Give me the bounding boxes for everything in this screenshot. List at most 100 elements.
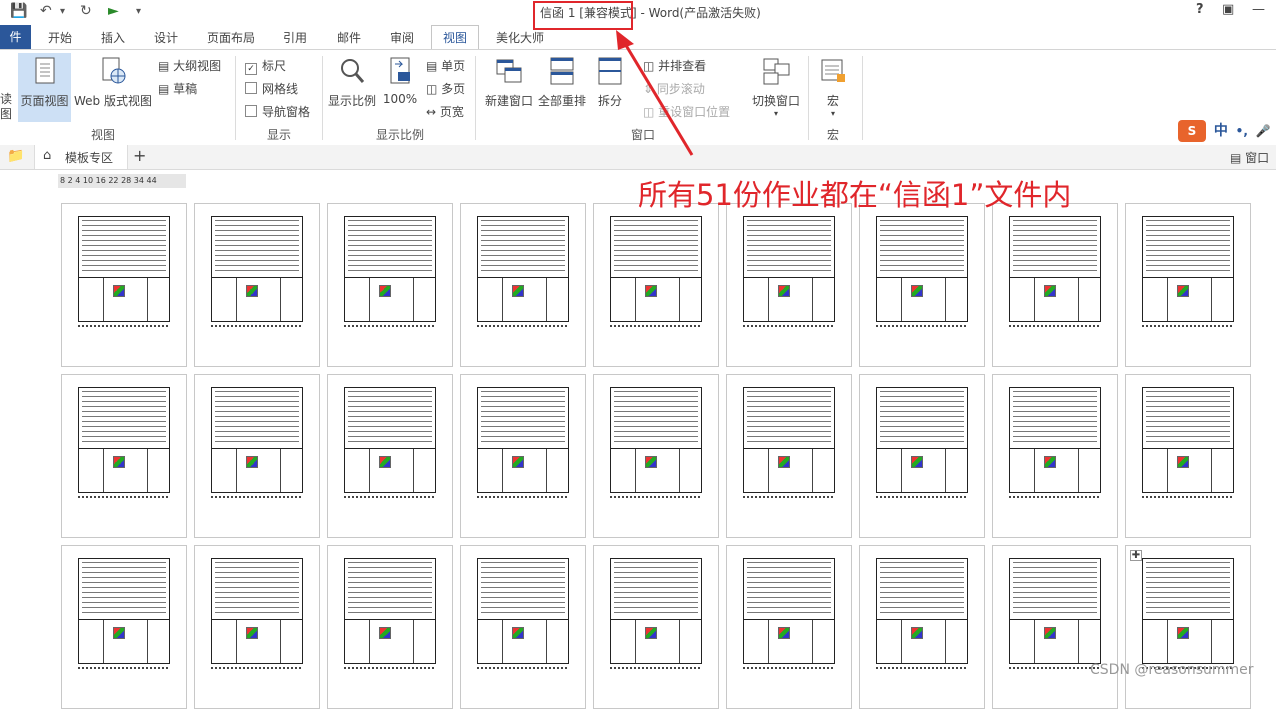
table-hline bbox=[877, 619, 967, 620]
page-thumbnail[interactable] bbox=[1125, 545, 1251, 709]
ruler-checkbox[interactable]: ✓ 标尺 bbox=[245, 57, 286, 75]
page-thumbnail[interactable] bbox=[593, 374, 719, 538]
table-hline bbox=[744, 277, 834, 278]
arrange-all-button[interactable]: 全部重排 bbox=[536, 56, 588, 109]
window-panel-button[interactable]: ▤ 窗口 bbox=[1230, 149, 1269, 166]
one-page-button[interactable]: ▤ 单页 bbox=[426, 57, 465, 74]
folder-icon[interactable]: 📁 bbox=[7, 148, 24, 164]
tab-layout[interactable]: 页面布局 bbox=[207, 29, 255, 46]
page-thumbnail[interactable] bbox=[593, 203, 719, 367]
page-footer-dots bbox=[78, 493, 168, 498]
gridlines-checkbox[interactable]: 网格线 bbox=[245, 80, 298, 97]
tab-references[interactable]: 引用 bbox=[283, 29, 307, 46]
help-button[interactable]: ? bbox=[1196, 2, 1204, 17]
page-thumbnail[interactable] bbox=[726, 203, 852, 367]
macros-button[interactable]: 宏 ▾ bbox=[815, 56, 851, 118]
page-thumbnail[interactable] bbox=[194, 203, 320, 367]
multi-page-button[interactable]: ◫ 多页 bbox=[426, 80, 465, 97]
reset-window-position-button[interactable]: ◫ 重设窗口位置 bbox=[643, 103, 730, 120]
page-thumbnail[interactable] bbox=[1125, 203, 1251, 367]
page-thumbnail[interactable] bbox=[992, 203, 1118, 367]
outline-view-button[interactable]: ▤ 大纲视图 bbox=[158, 57, 221, 74]
page-thumbnail[interactable] bbox=[859, 545, 985, 709]
page-thumbnail[interactable] bbox=[327, 203, 453, 367]
ribbon-display-options-icon[interactable]: ▣ bbox=[1222, 2, 1234, 17]
page-thumbnail[interactable] bbox=[460, 203, 586, 367]
page-thumbnail[interactable] bbox=[194, 545, 320, 709]
table-hline bbox=[212, 619, 302, 620]
table-hline bbox=[877, 277, 967, 278]
new-window-button[interactable]: 新建窗口 bbox=[483, 56, 535, 109]
group-separator bbox=[235, 56, 236, 140]
tab-insert[interactable]: 插入 bbox=[101, 29, 125, 46]
customize-qat-icon[interactable]: ▾ bbox=[136, 6, 141, 17]
undo-dropdown-icon[interactable]: ▾ bbox=[60, 6, 65, 17]
page-thumbnail[interactable] bbox=[992, 545, 1118, 709]
page-thumbnail[interactable] bbox=[327, 545, 453, 709]
horizontal-ruler[interactable]: 8 2 4 10 16 22 28 34 44 bbox=[58, 174, 186, 188]
page-footer-dots bbox=[344, 664, 434, 669]
switch-windows-button[interactable]: 切换窗口 ▾ bbox=[748, 56, 804, 118]
macros-label: 宏 bbox=[826, 94, 839, 108]
table-lines bbox=[1013, 391, 1097, 445]
zoom-100-button[interactable]: 100% bbox=[382, 56, 418, 106]
page-thumbnail[interactable] bbox=[1125, 374, 1251, 538]
side-by-side-button[interactable]: ◫ 并排查看 bbox=[643, 57, 706, 74]
tab-template-zone[interactable]: ⌂ 模板专区 bbox=[34, 145, 128, 169]
table-lines bbox=[348, 391, 432, 445]
table-vline1 bbox=[502, 278, 503, 321]
table-vline1 bbox=[768, 278, 769, 321]
ime-toolbar[interactable]: S 中 •, 🎤 bbox=[1178, 120, 1276, 142]
table-vline2 bbox=[1211, 620, 1212, 663]
tab-mailings[interactable]: 邮件 bbox=[337, 29, 361, 46]
table-vline1 bbox=[369, 620, 370, 663]
table-hline bbox=[212, 448, 302, 449]
page-thumbnail[interactable] bbox=[327, 374, 453, 538]
minimize-button[interactable]: — bbox=[1252, 2, 1265, 17]
page-footer-dots bbox=[743, 664, 833, 669]
page-thumbnail[interactable] bbox=[992, 374, 1118, 538]
tab-beautify[interactable]: 美化大师 bbox=[496, 29, 544, 46]
tab-home[interactable]: 开始 bbox=[48, 29, 72, 46]
sync-scroll-button[interactable]: ⇕ 同步滚动 bbox=[643, 80, 705, 97]
table-move-handle-icon[interactable]: ✚ bbox=[1130, 550, 1142, 561]
macros-dropdown-icon: ▾ bbox=[830, 109, 835, 118]
save-icon[interactable]: 💾 bbox=[10, 3, 27, 19]
broken-image-icon bbox=[512, 456, 524, 468]
nav-pane-checkbox[interactable]: 导航窗格 bbox=[245, 103, 310, 120]
broken-image-icon bbox=[246, 456, 258, 468]
page-thumbnail[interactable] bbox=[460, 545, 586, 709]
page-footer-dots bbox=[1009, 322, 1099, 327]
read-mode-label-2[interactable]: 图 bbox=[0, 105, 12, 122]
tab-design[interactable]: 设计 bbox=[154, 29, 178, 46]
page-thumbnail[interactable] bbox=[460, 374, 586, 538]
tab-review[interactable]: 审阅 bbox=[390, 29, 414, 46]
page-width-button[interactable]: ↔ 页宽 bbox=[426, 103, 464, 120]
undo-icon[interactable]: ↶ bbox=[40, 3, 52, 19]
print-layout-button[interactable]: 页面视图 bbox=[18, 56, 71, 109]
page-thumbnail[interactable] bbox=[593, 545, 719, 709]
page-content-table bbox=[78, 558, 170, 664]
add-tab-button[interactable]: + bbox=[133, 146, 146, 165]
page-thumbnail[interactable] bbox=[61, 374, 187, 538]
tab-file[interactable]: 件 bbox=[0, 25, 31, 49]
tab-view[interactable]: 视图 bbox=[443, 29, 467, 46]
page-thumbnail[interactable] bbox=[61, 545, 187, 709]
page-thumbnail[interactable] bbox=[194, 374, 320, 538]
page-thumbnail[interactable] bbox=[61, 203, 187, 367]
web-layout-button[interactable]: Web 版式视图 bbox=[72, 56, 154, 109]
page-thumbnail[interactable] bbox=[726, 545, 852, 709]
zoom-button[interactable]: 显示比例 bbox=[326, 56, 378, 109]
split-button[interactable]: 拆分 bbox=[592, 56, 628, 109]
redo-icon[interactable]: ↻ bbox=[80, 3, 92, 19]
table-vline1 bbox=[768, 620, 769, 663]
group-label-macros: 宏 bbox=[827, 128, 840, 142]
page-thumbnail[interactable] bbox=[859, 203, 985, 367]
draft-view-button[interactable]: ▤ 草稿 bbox=[158, 80, 197, 97]
touch-mode-icon[interactable]: ► bbox=[108, 3, 119, 19]
table-lines bbox=[747, 391, 831, 445]
page-thumbnail[interactable] bbox=[859, 374, 985, 538]
document-area[interactable]: 8 2 4 10 16 22 28 34 44 ✚ bbox=[0, 170, 1276, 709]
table-vline2 bbox=[679, 620, 680, 663]
page-thumbnail[interactable] bbox=[726, 374, 852, 538]
